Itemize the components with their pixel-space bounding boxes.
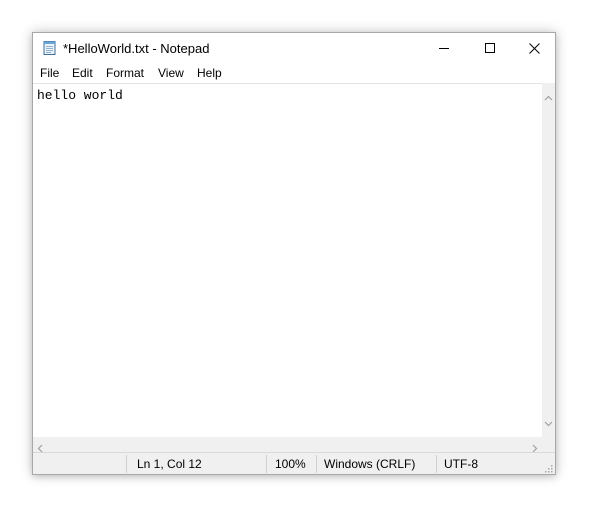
text-editor[interactable]: hello world [33, 83, 542, 437]
close-button[interactable] [511, 33, 557, 63]
status-bar: Ln 1, Col 12 100% Windows (CRLF) UTF-8 [33, 452, 555, 474]
menu-help[interactable]: Help [197, 66, 222, 80]
scrollbar-corner [542, 437, 555, 452]
window-title: *HelloWorld.txt - Notepad [63, 41, 210, 56]
menu-view[interactable]: View [158, 66, 184, 80]
title-bar[interactable]: *HelloWorld.txt - Notepad [33, 33, 555, 63]
status-divider [266, 455, 267, 473]
status-divider [126, 455, 127, 473]
close-icon [528, 42, 540, 54]
menu-file[interactable]: File [40, 66, 59, 80]
menu-edit[interactable]: Edit [72, 66, 93, 80]
horizontal-scrollbar[interactable] [33, 437, 542, 453]
maximize-button[interactable] [467, 33, 513, 63]
status-divider [316, 455, 317, 473]
notepad-window: *HelloWorld.txt - Notepad File Edit Form… [32, 32, 556, 475]
vertical-scrollbar[interactable] [542, 83, 555, 437]
resize-grip-icon[interactable] [543, 462, 553, 473]
minimize-button[interactable] [421, 33, 467, 63]
maximize-icon [485, 43, 495, 53]
status-zoom: 100% [275, 457, 306, 471]
scroll-down-icon[interactable] [544, 414, 553, 432]
status-line-ending: Windows (CRLF) [324, 457, 416, 471]
editor-content[interactable]: hello world [37, 88, 123, 104]
notepad-icon [42, 40, 58, 56]
status-divider [436, 455, 437, 473]
scroll-up-icon[interactable] [544, 88, 553, 106]
menu-format[interactable]: Format [106, 66, 144, 80]
minimize-icon [439, 43, 449, 53]
menu-bar: File Edit Format View Help [33, 63, 555, 83]
status-cursor-position: Ln 1, Col 12 [137, 457, 202, 471]
status-encoding: UTF-8 [444, 457, 478, 471]
